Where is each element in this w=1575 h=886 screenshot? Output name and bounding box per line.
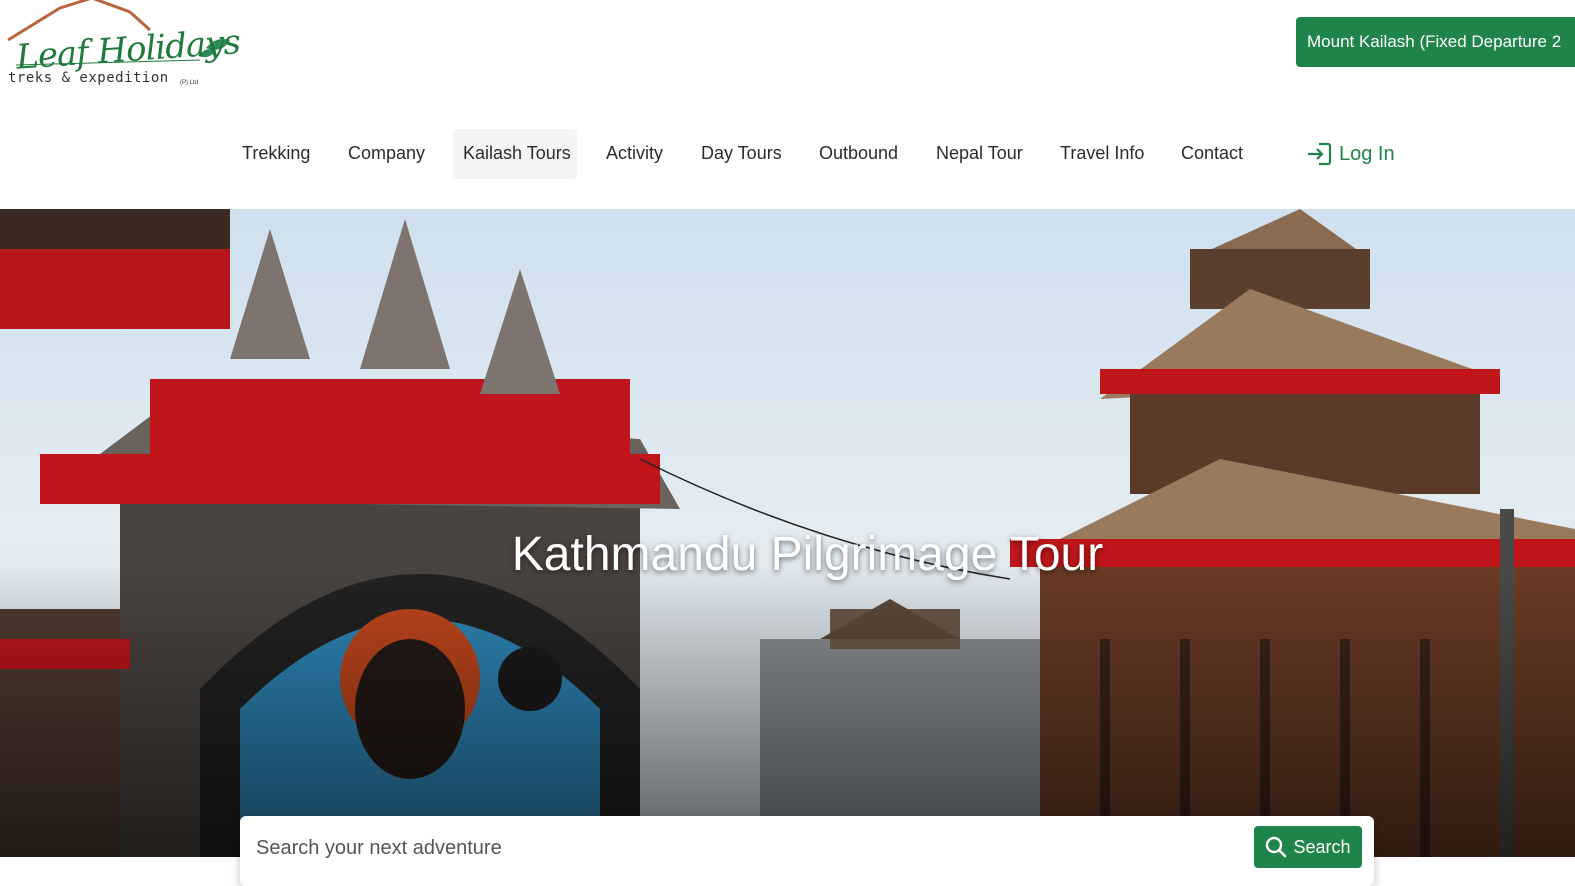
nav-item-nepal-tour[interactable]: Nepal Tour — [926, 129, 1033, 179]
nav-item-travel-info[interactable]: Travel Info — [1050, 129, 1154, 179]
brand-logo[interactable]: Leaf Holidays treks & expedition (P) Ltd — [0, 0, 241, 98]
login-label: Log In — [1339, 142, 1395, 165]
login-link[interactable]: Log In — [1305, 129, 1395, 179]
nav-item-day-tours[interactable]: Day Tours — [691, 129, 792, 179]
nav-item-contact[interactable]: Contact — [1171, 129, 1253, 179]
nav-item-trekking[interactable]: Trekking — [232, 129, 320, 179]
promo-departure-button[interactable]: Mount Kailash (Fixed Departure 2 — [1296, 17, 1575, 67]
hero-title: Kathmandu Pilgrimage Tour — [511, 528, 1104, 581]
brand-suffix: (P) Ltd — [180, 80, 199, 86]
nav-item-activity[interactable]: Activity — [596, 129, 673, 179]
login-arrow-icon — [1308, 142, 1332, 166]
nav-item-company[interactable]: Company — [338, 129, 435, 179]
search-bar: Search — [240, 816, 1374, 886]
search-icon — [1266, 836, 1287, 858]
search-button[interactable]: Search — [1254, 826, 1362, 868]
search-input[interactable] — [256, 834, 1236, 862]
nav-item-kailash-tours[interactable]: Kailash Tours — [453, 129, 577, 179]
search-button-label: Search — [1293, 836, 1351, 857]
nav-item-outbound[interactable]: Outbound — [809, 129, 908, 179]
brand-tagline: treks & expedition — [8, 70, 169, 86]
